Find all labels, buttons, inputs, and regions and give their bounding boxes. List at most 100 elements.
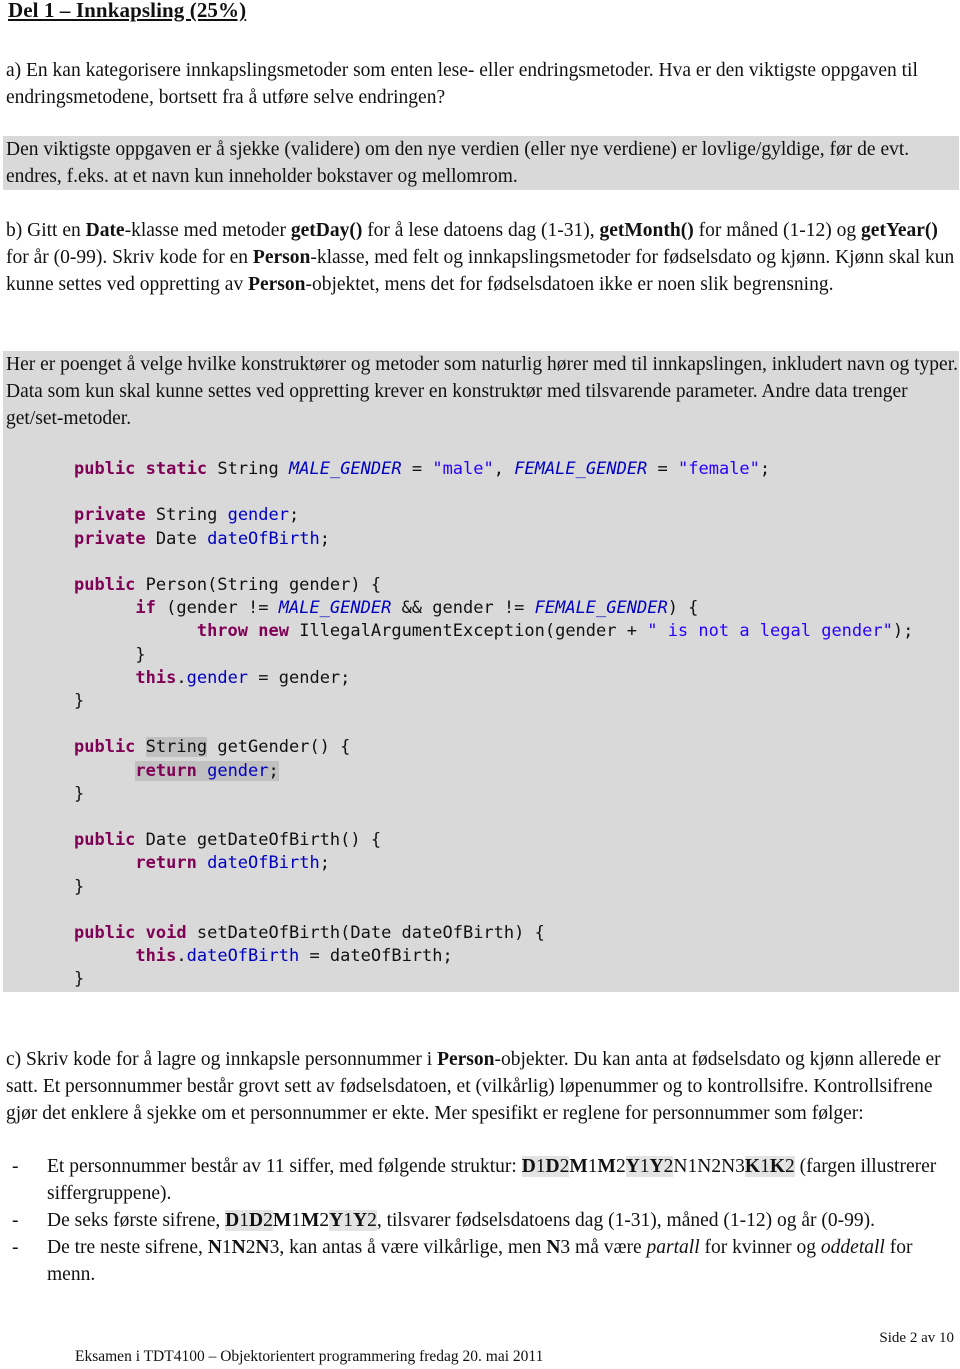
kw: static xyxy=(145,459,208,479)
type: Date xyxy=(155,528,197,549)
bullet-dash: - xyxy=(12,1156,19,1177)
text: må være xyxy=(570,1237,647,1258)
section-heading: Del 1 – Innkapsling (25%) xyxy=(8,0,247,22)
code-text: getDateOfBirth() { xyxy=(186,830,382,851)
page-number: Side 2 av 10 xyxy=(879,1330,954,1346)
list-item: - Et personnummer består av 11 siffer, m… xyxy=(6,1153,956,1207)
answer-b: Her er poenget å velge hvilke konstruktø… xyxy=(3,351,959,432)
kw: public xyxy=(74,830,136,851)
field: gender xyxy=(227,505,289,526)
text: for måned (1-12) og xyxy=(693,220,862,241)
class-name-person: Person xyxy=(437,1049,495,1070)
kw: new xyxy=(258,621,289,642)
method-getyear: getYear() xyxy=(861,220,938,241)
text: Et personnummer består av 11 siffer, med… xyxy=(47,1156,522,1177)
code-text: = gender; xyxy=(248,667,351,688)
const: MALE_GENDER xyxy=(278,598,392,619)
op: , xyxy=(493,459,515,479)
const: FEMALE_GENDER xyxy=(514,459,648,479)
text: for år (0-99). Skriv kode for en xyxy=(6,247,253,268)
text: De seks første sifrene, xyxy=(47,1210,226,1231)
type: Date xyxy=(145,830,187,851)
string: " is not a legal gender" xyxy=(647,621,893,642)
op: = xyxy=(647,459,679,479)
rules-list: - Et personnummer består av 11 siffer, m… xyxy=(6,1153,956,1288)
text: -objektet, mens det for fødselsdatoen ik… xyxy=(305,274,834,295)
text: c) Skriv kode for å lagre og innkapsle p… xyxy=(6,1049,438,1070)
code-text: = dateOfBirth; xyxy=(299,946,453,967)
kw: this xyxy=(135,946,177,967)
question-c: c) Skriv kode for å lagre og innkapsle p… xyxy=(6,1046,956,1127)
text: for å lese datoens dag (1-31), xyxy=(362,220,600,241)
code-text: } xyxy=(74,969,85,990)
string: "male" xyxy=(432,459,494,479)
string: "female" xyxy=(678,459,760,479)
code-text: IllegalArgumentException(gender + xyxy=(288,621,648,642)
code-text: ) { xyxy=(667,598,699,619)
text: for kvinner og xyxy=(699,1237,821,1258)
bullet-dash: - xyxy=(12,1210,19,1231)
field: gender xyxy=(186,667,249,688)
text: -klasse med metoder xyxy=(124,220,291,241)
code-text: (gender != xyxy=(155,598,279,619)
code-text: } xyxy=(135,644,146,665)
kw: this xyxy=(135,667,177,688)
type-highlighted: String xyxy=(145,737,208,758)
text: De tre neste sifrene, xyxy=(47,1237,208,1258)
answer-a: Den viktigste oppgaven er å sjekke (vali… xyxy=(3,136,959,190)
code-text: } xyxy=(74,876,85,897)
class-name-person: Person xyxy=(248,274,306,295)
kw: throw xyxy=(196,621,249,642)
class-name-date: Date xyxy=(85,220,125,241)
digit-n3: 3 xyxy=(560,1237,571,1258)
code-text: Person(String gender) { xyxy=(135,575,382,596)
digits-control: K1K2 xyxy=(744,1156,795,1177)
const: MALE_GENDER xyxy=(289,459,402,479)
question-b: b) Gitt en Date-klasse med metoder getDa… xyxy=(6,217,956,298)
code-text: } xyxy=(74,783,85,804)
op: ; xyxy=(759,459,771,479)
text: , kan antas å være vilkårlige, men xyxy=(279,1237,547,1258)
kw: public xyxy=(74,923,136,944)
kw: public xyxy=(74,459,136,479)
bullet-dash: - xyxy=(12,1237,19,1258)
code-block: public static String MALE_GENDER = "male… xyxy=(74,459,914,990)
digits-year: Y1Y2 xyxy=(329,1210,377,1231)
digits-month: M1M2 xyxy=(272,1210,330,1231)
digit-n3: N xyxy=(546,1237,561,1258)
field: dateOfBirth xyxy=(186,946,300,967)
method-getday: getDay() xyxy=(290,220,363,241)
field: gender xyxy=(207,760,269,781)
text: , tilsvarer fødselsdatoens dag (1-31), m… xyxy=(376,1210,876,1231)
op: ; xyxy=(289,505,300,526)
text: b) Gitt en xyxy=(6,220,86,241)
op: ; xyxy=(319,528,330,549)
code-text: getGender() { xyxy=(207,737,351,758)
digits-serial: N1N2N3 xyxy=(207,1237,280,1258)
kw: return xyxy=(135,853,197,874)
kw: void xyxy=(145,923,187,944)
kw: public xyxy=(74,575,136,596)
class-name-person: Person xyxy=(252,247,311,268)
kw: private xyxy=(74,528,146,549)
op: ; xyxy=(268,760,279,781)
digits-serial: N1N2N3 xyxy=(673,1156,745,1177)
op: = xyxy=(401,459,433,479)
method-getmonth: getMonth() xyxy=(599,220,694,241)
code-text: ); xyxy=(892,621,914,642)
kw: private xyxy=(74,505,146,526)
exam-footer: Eksamen i TDT4100 – Objektorientert prog… xyxy=(75,1348,544,1365)
field: dateOfBirth xyxy=(207,853,320,874)
emphasis-oddetall: oddetall xyxy=(820,1237,885,1258)
field: dateOfBirth xyxy=(207,528,320,549)
digits-day: D1D2 xyxy=(225,1210,273,1231)
code-text: } xyxy=(74,691,85,712)
kw: if xyxy=(135,598,156,619)
question-a: a) En kan kategorisere innkapslingsmetod… xyxy=(6,60,918,108)
op: ; xyxy=(319,853,330,874)
kw: return xyxy=(135,760,197,781)
emphasis-partall: partall xyxy=(646,1237,700,1258)
const: FEMALE_GENDER xyxy=(534,598,668,619)
list-item: - De seks første sifrene, D1D2M1M2Y1Y2, … xyxy=(6,1207,956,1234)
code-text: setDateOfBirth(Date dateOfBirth) { xyxy=(186,923,545,944)
